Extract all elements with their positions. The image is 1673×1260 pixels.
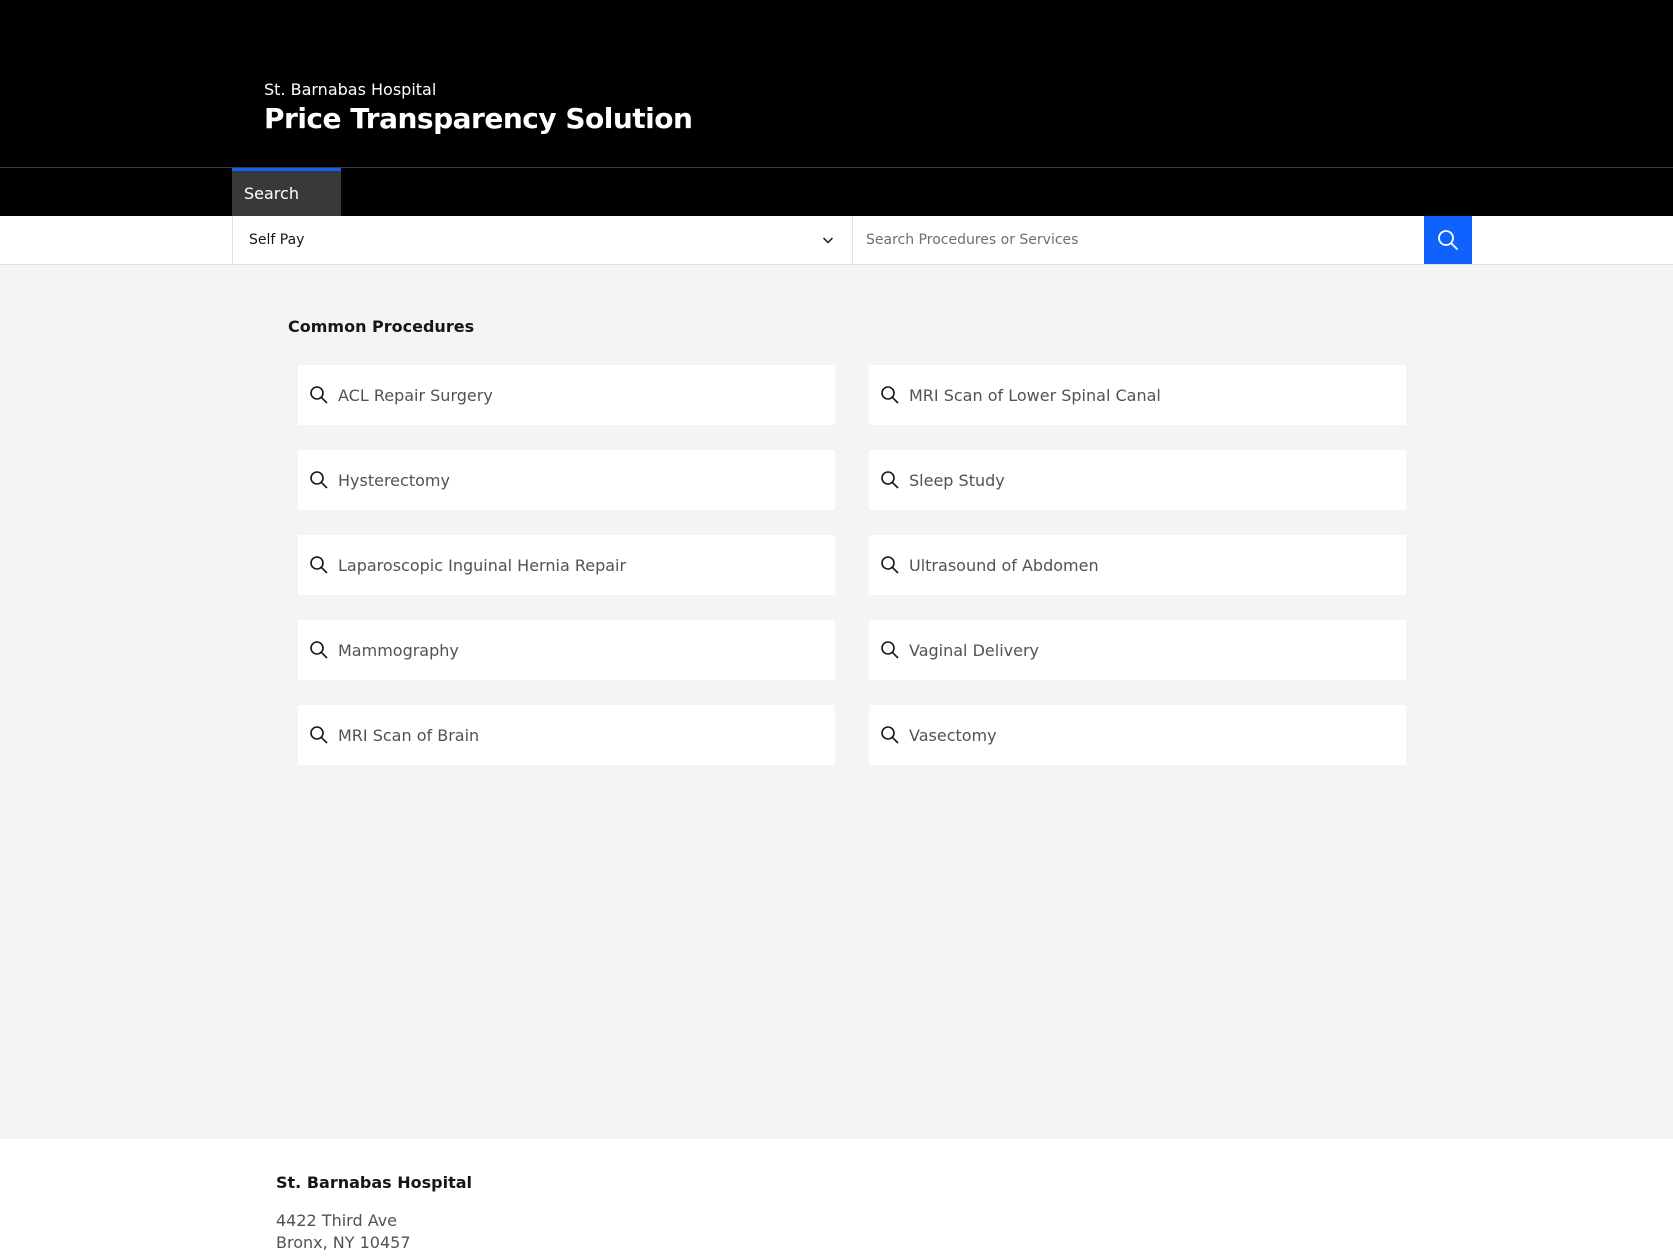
search-icon: [881, 726, 899, 744]
search-icon: [310, 471, 328, 489]
procedure-tile[interactable]: Sleep Study: [869, 450, 1406, 510]
hospital-name: St. Barnabas Hospital: [264, 80, 437, 99]
procedure-label: Vasectomy: [909, 725, 997, 745]
procedure-tile[interactable]: MRI Scan of Lower Spinal Canal: [869, 365, 1406, 425]
procedure-tile[interactable]: ACL Repair Surgery: [298, 365, 835, 425]
payer-dropdown[interactable]: Self Pay: [232, 216, 853, 264]
search-icon: [310, 386, 328, 404]
section-title: Common Procedures: [288, 317, 475, 336]
search-button[interactable]: [1424, 216, 1472, 264]
procedure-label: Laparoscopic Inguinal Hernia Repair: [338, 555, 627, 575]
procedure-label: ACL Repair Surgery: [338, 385, 493, 405]
nav-bar: Search: [0, 168, 1673, 216]
procedure-label: Mammography: [338, 640, 459, 660]
search-icon: [310, 641, 328, 659]
procedure-tile[interactable]: Vasectomy: [869, 705, 1406, 765]
procedure-tile[interactable]: Vaginal Delivery: [869, 620, 1406, 680]
procedure-label: Sleep Study: [909, 470, 1005, 490]
search-icon: [1438, 230, 1459, 251]
search-bar: Self Pay: [0, 216, 1673, 265]
procedure-label: Ultrasound of Abdomen: [909, 555, 1099, 575]
procedure-label: MRI Scan of Brain: [338, 725, 480, 745]
footer-hospital-name: St. Barnabas Hospital: [276, 1173, 473, 1192]
procedure-tile[interactable]: Hysterectomy: [298, 450, 835, 510]
procedure-label: Vaginal Delivery: [909, 640, 1039, 660]
search-icon: [310, 726, 328, 744]
tab-search[interactable]: Search: [232, 168, 341, 216]
footer-address-line1: 4422 Third Ave: [276, 1211, 398, 1230]
procedure-tile[interactable]: Mammography: [298, 620, 835, 680]
chevron-down-icon: [822, 237, 834, 244]
search-icon: [310, 556, 328, 574]
procedure-tile[interactable]: MRI Scan of Brain: [298, 705, 835, 765]
search-input[interactable]: [853, 216, 1424, 264]
app-title: Price Transparency Solution: [264, 102, 693, 135]
search-icon: [881, 386, 899, 404]
procedure-label: Hysterectomy: [338, 470, 450, 490]
footer: St. Barnabas Hospital 4422 Third Ave Bro…: [0, 1139, 1673, 1260]
procedure-tile[interactable]: Ultrasound of Abdomen: [869, 535, 1406, 595]
search-icon: [881, 471, 899, 489]
procedure-label: MRI Scan of Lower Spinal Canal: [909, 385, 1161, 405]
payer-dropdown-value: Self Pay: [249, 232, 305, 248]
search-icon: [881, 641, 899, 659]
footer-address-line2: Bronx, NY 10457: [276, 1233, 411, 1252]
page: St. Barnabas Hospital Price Transparency…: [0, 0, 1673, 1260]
app-header: St. Barnabas Hospital Price Transparency…: [0, 0, 1673, 168]
search-icon: [881, 556, 899, 574]
procedure-tile[interactable]: Laparoscopic Inguinal Hernia Repair: [298, 535, 835, 595]
